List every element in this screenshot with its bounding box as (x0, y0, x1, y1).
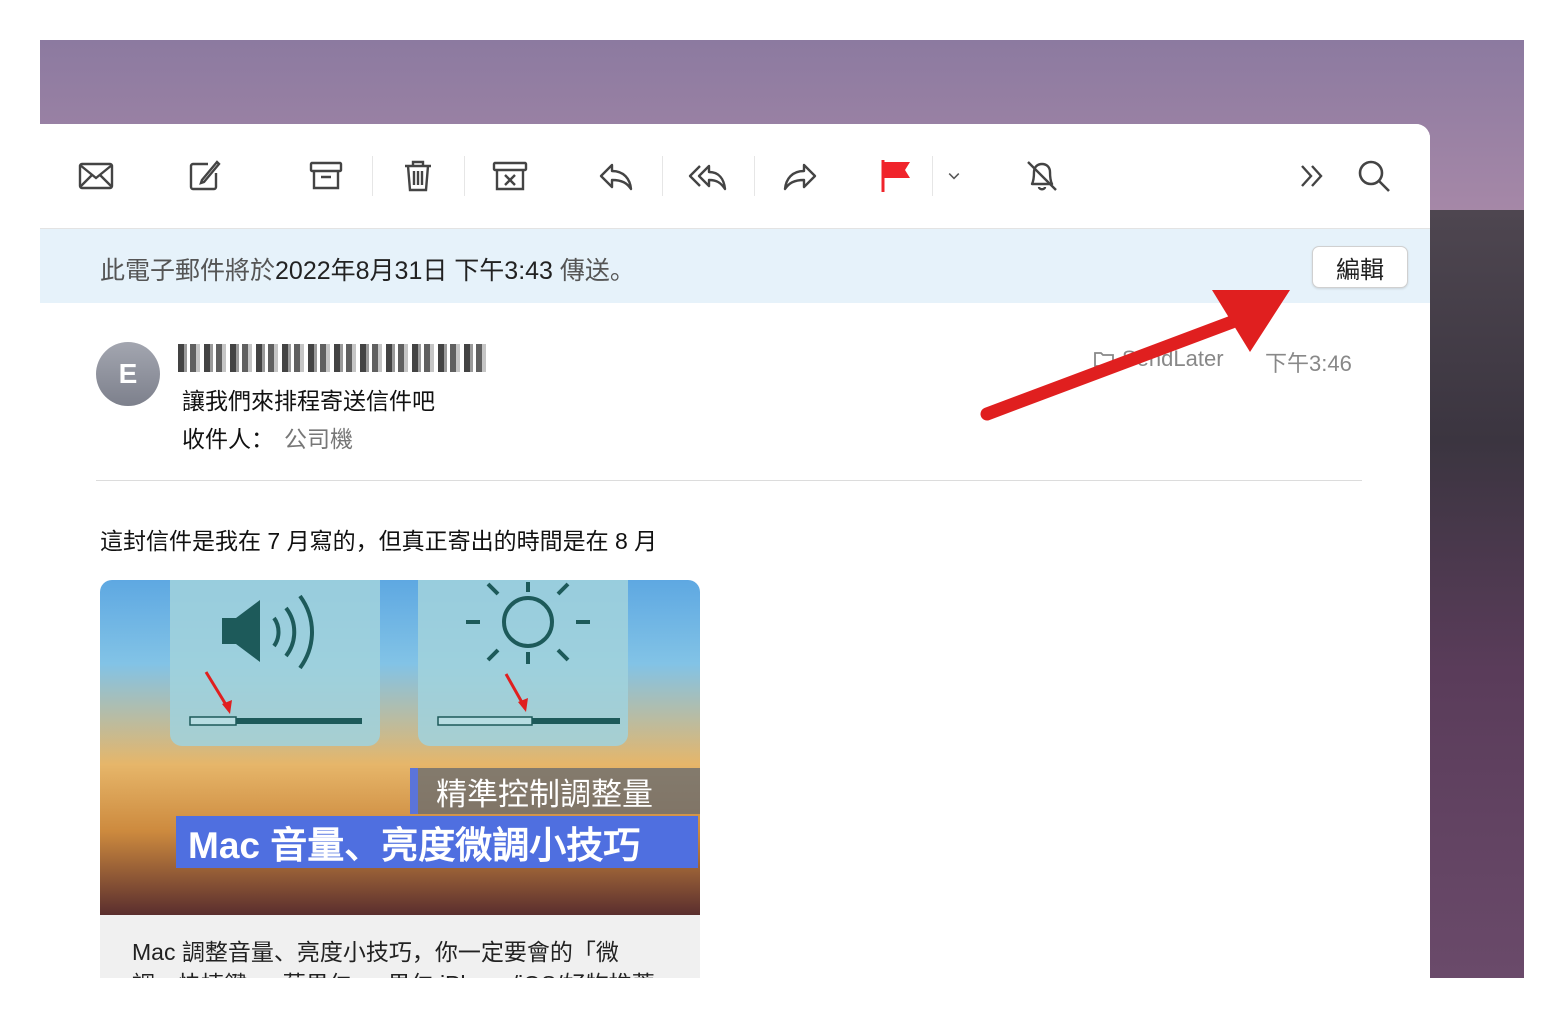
more-icon[interactable] (1288, 152, 1336, 200)
caption-small: 精準控制調整量 (418, 768, 700, 814)
desktop-mountain (1430, 210, 1524, 978)
archive-icon[interactable] (302, 152, 350, 200)
mailbox-name: SendLater (1122, 346, 1224, 371)
reply-icon[interactable] (592, 152, 640, 200)
forward-icon[interactable] (776, 152, 824, 200)
edit-button[interactable]: 編輯 (1312, 246, 1408, 288)
scheduled-send-banner: 此電子郵件將於2022年8月31日 下午3:43 傳送。 編輯 (40, 229, 1430, 303)
sender-name-redacted (178, 344, 488, 372)
compose-icon[interactable] (180, 152, 228, 200)
caption-accent (410, 768, 418, 814)
banner-date: 2022年8月31日 下午3:43 (275, 257, 553, 285)
brightness-icon (437, 582, 620, 726)
recipient-line: 收件人： 公司機 (182, 420, 353, 454)
trash-icon[interactable] (394, 152, 442, 200)
link-preview-footer: Mac 調整音量、亮度小技巧，你一定要會的「微 調」快捷鍵 － 蘋果仁 － 果仁… (100, 915, 700, 978)
reply-all-icon[interactable] (684, 152, 732, 200)
toolbar-separator (932, 156, 933, 196)
link-preview-title-line1: Mac 調整音量、亮度小技巧，你一定要會的「微 (132, 939, 619, 965)
banner-text: 此電子郵件將於2022年8月31日 下午3:43 傳送。 (100, 251, 635, 287)
mailbox-label: SendLater (1092, 346, 1224, 372)
message-body: 這封信件是我在 7 月寫的，但真正寄出的時間是在 8 月 (100, 528, 658, 554)
link-preview-card[interactable]: 精準控制調整量 Mac 音量、亮度微調小技巧 Mac 調整音量、亮度小技巧，你一… (100, 580, 700, 978)
toolbar-separator (464, 156, 465, 196)
toolbar (40, 124, 1430, 229)
search-icon[interactable] (1350, 152, 1398, 200)
link-preview-image: 精準控制調整量 Mac 音量、亮度微調小技巧 (100, 580, 700, 915)
mail-window: 此電子郵件將於2022年8月31日 下午3:43 傳送。 編輯 E 讓我們來排程… (40, 124, 1430, 978)
header-divider (96, 480, 1362, 481)
recipient-label: 收件人： (182, 426, 274, 452)
junk-icon[interactable] (486, 152, 534, 200)
mute-icon[interactable] (1018, 152, 1066, 200)
banner-suffix: 傳送。 (559, 257, 635, 285)
toolbar-separator (372, 156, 373, 196)
volume-panel (170, 580, 380, 746)
caption-large: Mac 音量、亮度微調小技巧 (176, 816, 698, 868)
link-preview-title-line2: 調」快捷鍵 － 蘋果仁 － 果仁 iPhone/iOS/好物推薦 (132, 965, 655, 978)
volume-icon (189, 594, 362, 726)
folder-icon (1094, 352, 1114, 367)
brightness-panel (418, 580, 628, 746)
flag-icon[interactable] (872, 152, 920, 200)
envelope-icon[interactable] (72, 152, 120, 200)
message-subject: 讓我們來排程寄送信件吧 (182, 388, 435, 414)
avatar: E (96, 342, 160, 406)
banner-prefix: 此電子郵件將於 (100, 257, 276, 285)
recipient-value[interactable]: 公司機 (284, 426, 353, 452)
toolbar-separator (662, 156, 663, 196)
message-time: 下午3:46 (1265, 351, 1352, 376)
toolbar-separator (754, 156, 755, 196)
chevron-down-icon[interactable] (936, 152, 972, 200)
